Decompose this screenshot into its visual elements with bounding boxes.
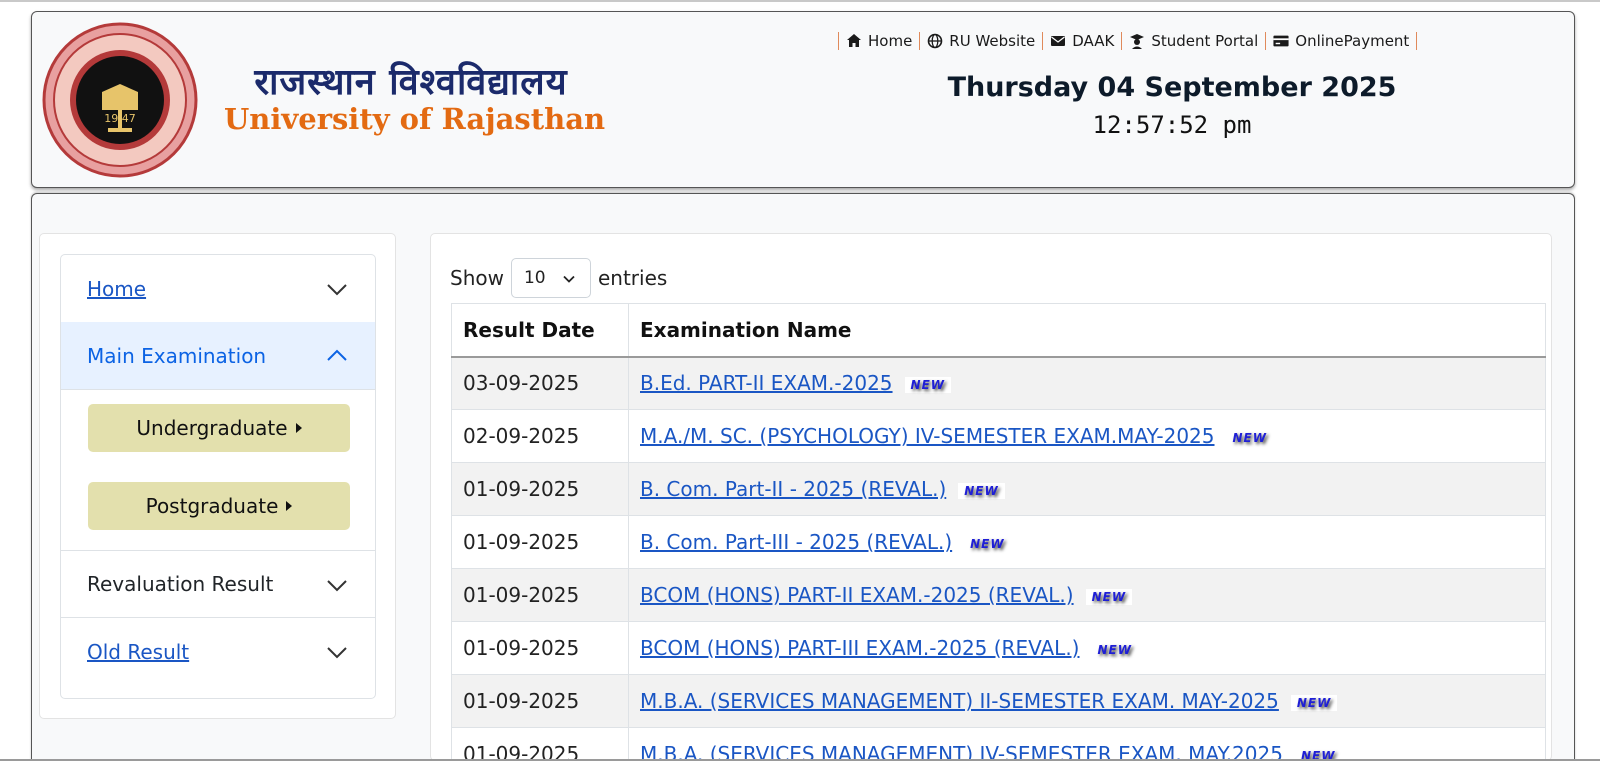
top-border (0, 0, 1600, 2)
table-header-row: Result Date Examination Name (451, 303, 1546, 358)
sidebar-item-revaluation-label: Revaluation Result (87, 572, 274, 596)
sidebar-accordion: Home Main Examination Undergraduate Post… (60, 254, 376, 699)
table-row: 01-09-2025 M.B.A. (SERVICES MANAGEMENT) … (451, 727, 1546, 761)
examination-cell: M.B.A. (SERVICES MANAGEMENT) II-SEMESTER… (628, 674, 1546, 728)
result-date: 01-09-2025 (451, 462, 629, 516)
entries-label: entries (597, 266, 668, 290)
table-row: 01-09-2025 BCOM (HONS) PART-III EXAM.-20… (451, 621, 1546, 675)
top-navigation: Home RU Website DAAK Student Portal Onli… (838, 30, 1418, 52)
examination-cell: M.B.A. (SERVICES MANAGEMENT) IV-SEMESTER… (628, 727, 1546, 761)
new-badge: NEW (1091, 641, 1138, 658)
home-icon (847, 34, 861, 47)
sidebar-item-home[interactable]: Home (61, 255, 375, 323)
sidebar-item-old-result-label[interactable]: Old Result (87, 640, 189, 664)
examination-link[interactable]: B. Com. Part-II - 2025 (REVAL.) (640, 477, 946, 501)
graduate-icon (1130, 34, 1145, 49)
globe-icon (927, 33, 943, 49)
sidebar-item-revaluation-result[interactable]: Revaluation Result (61, 550, 375, 618)
examination-cell: B. Com. Part-III - 2025 (REVAL.) NEW (628, 515, 1546, 569)
svg-text:19 47: 19 47 (104, 112, 136, 125)
examination-link[interactable]: M.A./M. SC. (PSYCHOLOGY) IV-SEMESTER EXA… (640, 424, 1215, 448)
sidebar-item-home-label[interactable]: Home (87, 277, 146, 301)
new-badge: NEW (1085, 588, 1133, 605)
current-date: Thursday 04 September 2025 (947, 72, 1397, 103)
table-row: 03-09-2025 B.Ed. PART-II EXAM.-2025 NEW (451, 356, 1546, 410)
university-seal-logo: 19 47 (42, 22, 198, 178)
sidebar-item-old-result[interactable]: Old Result (61, 618, 375, 686)
result-date: 01-09-2025 (451, 568, 629, 622)
sidebar-item-main-examination-label: Main Examination (87, 343, 267, 368)
examination-link[interactable]: BCOM (HONS) PART-II EXAM.-2025 (REVAL.) (640, 583, 1074, 607)
card-icon (1273, 35, 1289, 47)
postgraduate-button[interactable]: Postgraduate (88, 482, 350, 530)
new-badge: NEW (1290, 694, 1338, 711)
current-time: 12:57:52 pm (1092, 111, 1252, 139)
caret-right-icon (286, 501, 293, 511)
nav-home[interactable]: Home (838, 32, 919, 50)
result-date: 02-09-2025 (451, 409, 629, 463)
examination-cell: BCOM (HONS) PART-II EXAM.-2025 (REVAL.) N… (628, 568, 1546, 622)
caret-right-icon (295, 423, 302, 433)
nav-ru-website-label: RU Website (949, 32, 1036, 50)
nav-ru-website[interactable]: RU Website (919, 32, 1042, 50)
university-title-english: University of Rajasthan (224, 102, 606, 136)
examination-cell: B.Ed. PART-II EXAM.-2025 NEW (628, 356, 1546, 410)
envelope-icon (1051, 36, 1066, 46)
nav-student-portal[interactable]: Student Portal (1121, 32, 1265, 50)
nav-student-portal-label: Student Portal (1151, 32, 1259, 50)
result-date: 01-09-2025 (451, 727, 629, 761)
chevron-down-icon (563, 275, 575, 283)
sidebar-item-main-examination[interactable]: Main Examination (61, 322, 375, 390)
result-date: 03-09-2025 (451, 356, 629, 410)
chevron-up-icon (327, 349, 347, 361)
nav-daak[interactable]: DAAK (1042, 32, 1121, 50)
nav-home-label: Home (868, 32, 913, 50)
nav-online-payment[interactable]: OnlinePayment (1265, 32, 1418, 50)
table-row: 01-09-2025 B. Com. Part-II - 2025 (REVAL… (451, 462, 1546, 516)
nav-online-payment-label: OnlinePayment (1295, 32, 1410, 50)
chevron-down-icon (327, 284, 347, 296)
results-table: Result Date Examination Name 03-09-2025 … (451, 303, 1546, 761)
column-header-result-date[interactable]: Result Date (451, 303, 629, 358)
entries-select[interactable]: 10 (510, 258, 591, 298)
chevron-down-icon (327, 647, 347, 659)
show-label: Show (450, 266, 504, 290)
undergraduate-label: Undergraduate (136, 416, 288, 440)
chevron-down-icon (327, 580, 347, 592)
examination-cell: M.A./M. SC. (PSYCHOLOGY) IV-SEMESTER EXA… (628, 409, 1546, 463)
university-title-hindi: राजस्थान विश्वविद्यालय (254, 61, 568, 103)
result-date: 01-09-2025 (451, 674, 629, 728)
nav-daak-label: DAAK (1072, 32, 1115, 50)
new-badge: NEW (904, 376, 952, 393)
examination-link[interactable]: B.Ed. PART-II EXAM.-2025 (640, 371, 893, 395)
column-header-examination-name[interactable]: Examination Name (628, 303, 1546, 358)
examination-cell: BCOM (HONS) PART-III EXAM.-2025 (REVAL.)… (628, 621, 1546, 675)
new-badge: NEW (958, 482, 1005, 499)
examination-link[interactable]: M.B.A. (SERVICES MANAGEMENT) II-SEMESTER… (640, 689, 1279, 713)
table-row: 02-09-2025 M.A./M. SC. (PSYCHOLOGY) IV-S… (451, 409, 1546, 463)
examination-cell: B. Com. Part-II - 2025 (REVAL.) NEW (628, 462, 1546, 516)
site-header: 19 47 राजस्थान विश्वविद्यालय University … (31, 11, 1575, 188)
entries-length-control: Show 10 entries (450, 258, 667, 298)
table-row: 01-09-2025 M.B.A. (SERVICES MANAGEMENT) … (451, 674, 1546, 728)
examination-link[interactable]: B. Com. Part-III - 2025 (REVAL.) (640, 530, 952, 554)
new-badge: NEW (1226, 429, 1273, 446)
table-row: 01-09-2025 BCOM (HONS) PART-II EXAM.-202… (451, 568, 1546, 622)
examination-link[interactable]: BCOM (HONS) PART-III EXAM.-2025 (REVAL.) (640, 636, 1079, 660)
entries-select-value: 10 (523, 268, 546, 288)
table-row: 01-09-2025 B. Com. Part-III - 2025 (REVA… (451, 515, 1546, 569)
new-badge: NEW (964, 535, 1011, 552)
result-date: 01-09-2025 (451, 621, 629, 675)
result-date: 01-09-2025 (451, 515, 629, 569)
postgraduate-label: Postgraduate (145, 494, 279, 518)
undergraduate-button[interactable]: Undergraduate (88, 404, 350, 452)
